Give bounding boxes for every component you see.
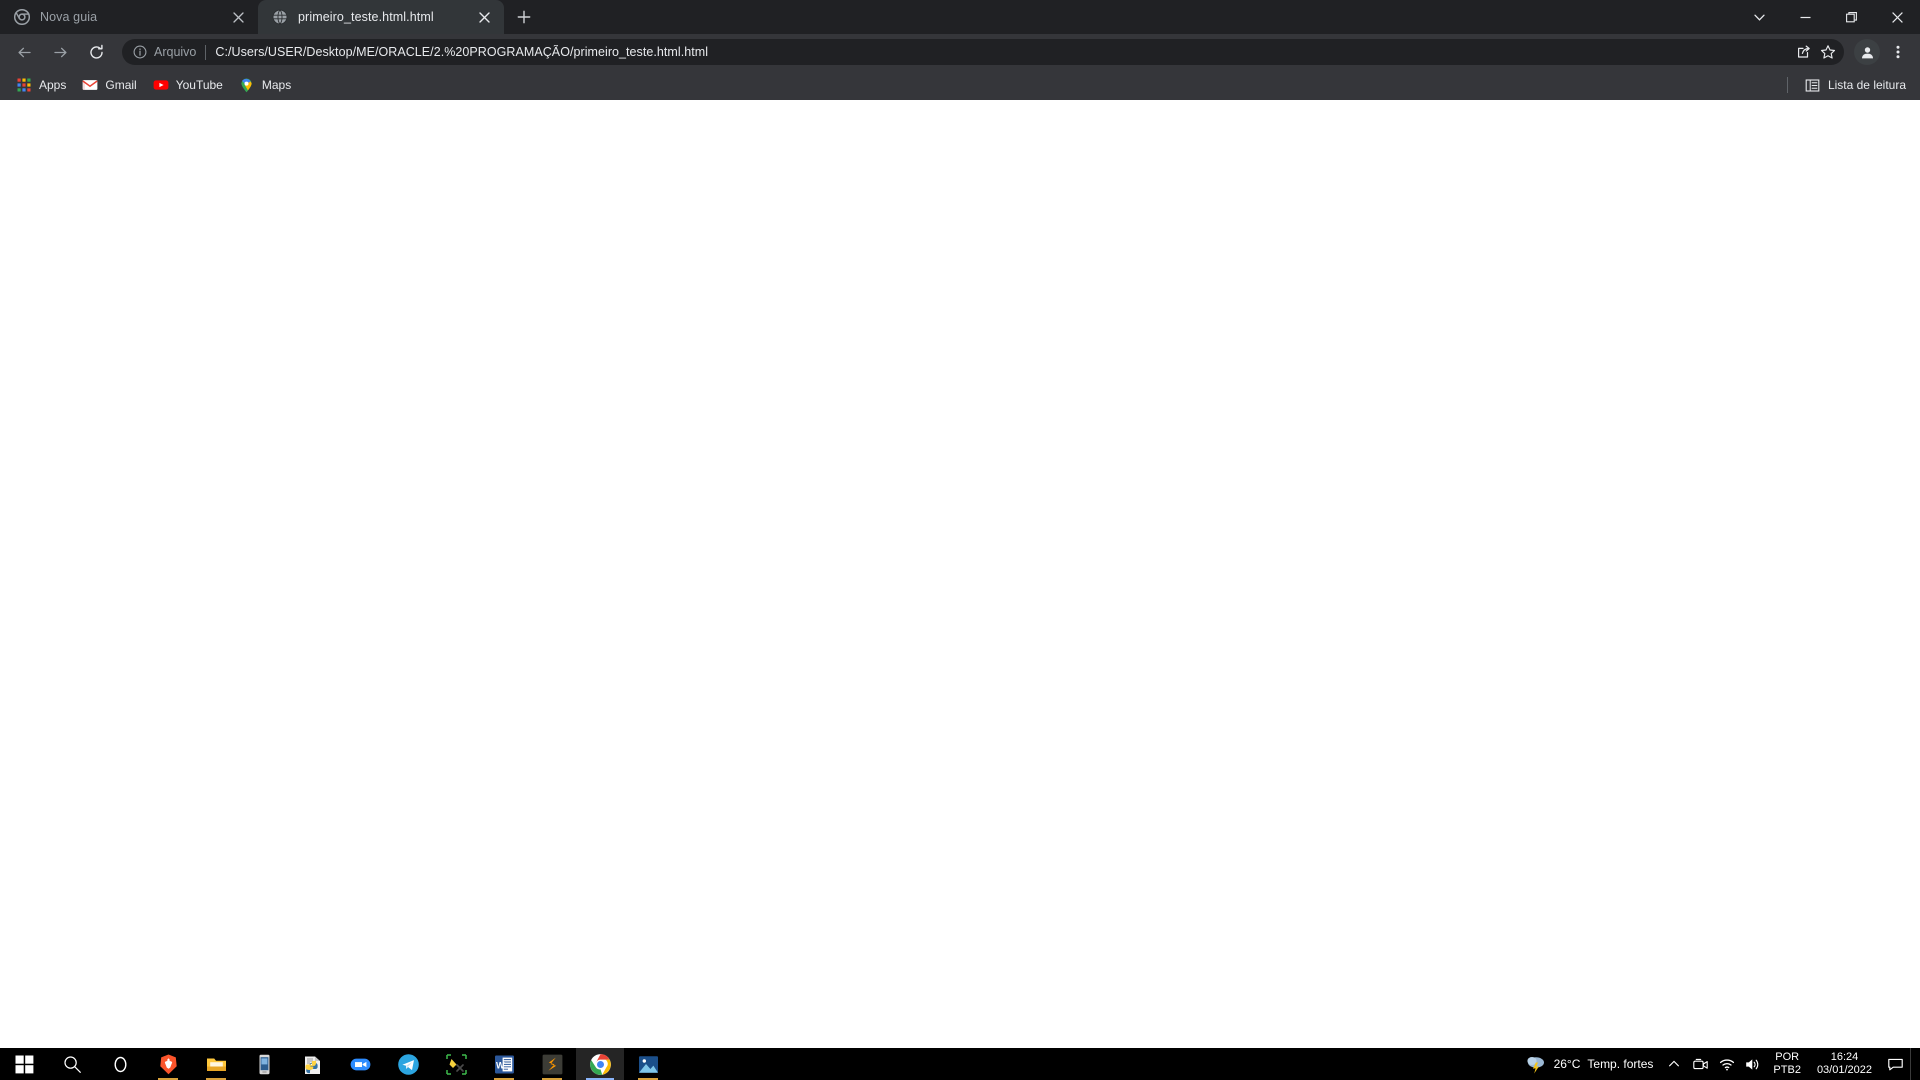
globe-icon	[272, 9, 288, 25]
new-tab-button[interactable]	[510, 3, 538, 31]
toolbar-right-actions	[1850, 38, 1914, 66]
tab-nova-guia[interactable]: Nova guia	[0, 0, 258, 34]
tab-close-button[interactable]	[474, 7, 494, 27]
storm-cloud-icon	[1525, 1053, 1547, 1075]
back-button[interactable]	[10, 38, 38, 66]
bookmark-youtube[interactable]: YouTube	[145, 73, 231, 97]
show-desktop-button[interactable]	[1910, 1048, 1916, 1080]
weather-condition: Temp. fortes	[1587, 1057, 1654, 1071]
reading-list-button[interactable]: Lista de leitura	[1797, 73, 1914, 97]
gmail-icon	[82, 77, 98, 93]
info-circle-icon[interactable]	[130, 42, 150, 62]
profile-avatar-button[interactable]	[1854, 39, 1880, 65]
bookmarks-bar: Apps Gmail YouTube Maps Lista de leitura	[0, 70, 1920, 100]
language-line2: PTB2	[1773, 1064, 1801, 1076]
taskbar-zoom[interactable]	[336, 1048, 384, 1080]
taskbar-word[interactable]: W	[480, 1048, 528, 1080]
bookmark-maps[interactable]: Maps	[231, 73, 299, 97]
bookmark-gmail[interactable]: Gmail	[74, 73, 144, 97]
system-tray: 26°C Temp. fortes POR PTB2 16:24 03/01/2…	[1517, 1048, 1920, 1080]
clock-time: 16:24	[1830, 1051, 1859, 1063]
task-view-button[interactable]	[96, 1048, 144, 1080]
weather-temperature: 26°C	[1553, 1057, 1581, 1071]
taskbar-chrome[interactable]	[576, 1048, 624, 1080]
bookmarks-separator	[1786, 77, 1788, 93]
omnibox-actions	[1792, 40, 1840, 64]
notification-icon[interactable]	[1880, 1048, 1910, 1080]
minimize-button[interactable]	[1782, 0, 1828, 34]
three-dots-vertical-icon[interactable]	[1884, 38, 1912, 66]
windows-taskbar: W 26°C Temp. fortes POR PTB2 16:24 03/01…	[0, 1048, 1920, 1080]
star-icon[interactable]	[1816, 40, 1840, 64]
clock-date: 03/01/2022	[1816, 1064, 1872, 1076]
clock-widget[interactable]: 16:24 03/01/2022	[1809, 1048, 1880, 1080]
chrome-browser-window: Nova guia primeiro_teste.html.html Arqui…	[0, 0, 1920, 1048]
taskbar-icons: W	[0, 1048, 672, 1080]
tab-title: Nova guia	[40, 10, 98, 24]
taskbar-photos[interactable]	[624, 1048, 672, 1080]
reading-list-label: Lista de leitura	[1827, 78, 1906, 92]
url-text[interactable]: C:/Users/USER/Desktop/ME/ORACLE/2.%20PRO…	[215, 45, 1792, 59]
tab-primeiro-teste[interactable]: primeiro_teste.html.html	[258, 0, 504, 34]
omnibox-divider	[205, 44, 207, 60]
page-content-area[interactable]	[0, 100, 1920, 1048]
tab-strip: Nova guia primeiro_teste.html.html	[0, 0, 1920, 34]
share-icon[interactable]	[1792, 40, 1816, 64]
url-scheme-label: Arquivo	[154, 45, 197, 59]
weather-widget[interactable]: 26°C Temp. fortes	[1517, 1048, 1662, 1080]
tray-overflow-button[interactable]	[1661, 1048, 1687, 1080]
taskbar-telegram[interactable]	[384, 1048, 432, 1080]
chrome-icon	[14, 9, 30, 25]
taskbar-device[interactable]	[240, 1048, 288, 1080]
apps-grid-icon	[16, 77, 32, 93]
taskbar-file-explorer[interactable]	[192, 1048, 240, 1080]
browser-toolbar: Arquivo C:/Users/USER/Desktop/ME/ORACLE/…	[0, 34, 1920, 70]
bookmark-apps[interactable]: Apps	[8, 73, 74, 97]
reading-list-icon	[1805, 77, 1821, 93]
tab-title: primeiro_teste.html.html	[298, 10, 434, 24]
speaker-icon[interactable]	[1739, 1048, 1765, 1080]
bookmark-label: YouTube	[175, 78, 223, 92]
tab-close-button[interactable]	[228, 7, 248, 27]
taskbar-python[interactable]	[288, 1048, 336, 1080]
language-line1: POR	[1775, 1051, 1800, 1063]
youtube-icon	[153, 77, 169, 93]
reload-button[interactable]	[82, 38, 110, 66]
window-controls	[1736, 0, 1920, 34]
bookmark-label: Apps	[39, 78, 67, 92]
taskbar-brave[interactable]	[144, 1048, 192, 1080]
address-bar[interactable]: Arquivo C:/Users/USER/Desktop/ME/ORACLE/…	[122, 39, 1844, 65]
svg-text:W: W	[496, 1060, 505, 1070]
close-button[interactable]	[1874, 0, 1920, 34]
bookmark-label: Gmail	[105, 78, 137, 92]
taskbar-sublime[interactable]	[528, 1048, 576, 1080]
search-button[interactable]	[48, 1048, 96, 1080]
forward-button[interactable]	[46, 38, 74, 66]
language-indicator[interactable]: POR PTB2	[1765, 1048, 1809, 1080]
camera-icon[interactable]	[1687, 1048, 1713, 1080]
maximize-button[interactable]	[1828, 0, 1874, 34]
taskbar-snip[interactable]	[432, 1048, 480, 1080]
wifi-icon[interactable]	[1713, 1048, 1739, 1080]
start-button[interactable]	[0, 1048, 48, 1080]
bookmark-label: Maps	[261, 78, 292, 92]
maps-pin-icon	[239, 77, 255, 93]
tab-search-button[interactable]	[1736, 0, 1782, 34]
